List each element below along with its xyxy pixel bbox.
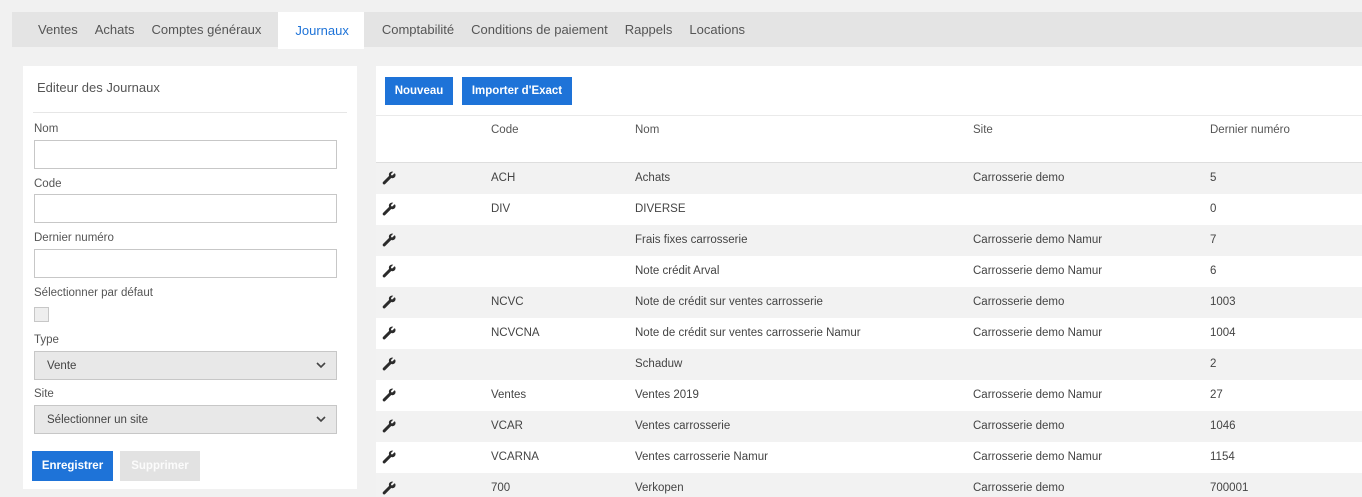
table-row[interactable]: Schaduw 2 (376, 349, 1362, 380)
cell-dernier-numero: 700001 (1210, 482, 1249, 494)
table-row[interactable]: VCARNA Ventes carrosserie Namur Carrosseri… (376, 442, 1362, 473)
code-input[interactable] (34, 194, 337, 223)
type-select[interactable]: Vente (34, 351, 337, 380)
site-select[interactable]: Sélectionner un site (34, 405, 337, 434)
cell-dernier-numero: 6 (1210, 265, 1217, 277)
tab-comptabilite[interactable]: Comptabilité (364, 12, 471, 47)
chevron-down-icon (316, 361, 326, 371)
nom-label: Nom (34, 123, 59, 135)
cell-code: VCARNA (491, 451, 539, 463)
cell-nom: Note de crédit sur ventes carrosserie (635, 296, 823, 308)
cell-dernier-numero: 1003 (1210, 296, 1236, 308)
journal-editor-panel: Editeur des Journaux Nom Code Dernier nu… (23, 66, 357, 489)
site-label: Site (34, 388, 54, 400)
table-row[interactable]: NCVCNA Note de crédit sur ventes carrosse… (376, 318, 1362, 349)
tab-conditions-de-paiement[interactable]: Conditions de paiement (471, 12, 625, 47)
save-button[interactable]: Enregistrer (32, 451, 113, 481)
cell-site: Carrosserie demo Namur (973, 327, 1103, 339)
cell-dernier-numero: 1046 (1210, 420, 1236, 432)
cell-code: VCAR (491, 420, 523, 432)
table-row[interactable]: Ventes Ventes 2019 Carrosserie demo Namur 2… (376, 380, 1362, 411)
cell-site: Carrosserie demo (973, 482, 1065, 494)
cell-site: Carrosserie demo (973, 296, 1065, 308)
cell-nom: Achats (635, 172, 671, 184)
dernier-numero-label: Dernier numéro (34, 232, 114, 244)
cell-code: DIV (491, 203, 511, 215)
editor-title: Editeur des Journaux (37, 80, 160, 95)
table-row[interactable]: NCVC Note de crédit sur ventes carrosseri… (376, 287, 1362, 318)
cell-nom: DIVERSE (635, 203, 686, 215)
nom-input[interactable] (34, 140, 337, 169)
tab-achats[interactable]: Achats (95, 12, 152, 47)
wrench-icon[interactable] (382, 326, 396, 340)
cell-dernier-numero: 0 (1210, 203, 1217, 215)
editor-divider (33, 112, 347, 113)
delete-button[interactable]: Supprimer (120, 451, 200, 481)
cell-nom: Frais fixes carrosserie (635, 234, 748, 246)
wrench-icon[interactable] (382, 357, 396, 371)
cell-nom: Ventes carrosserie (635, 420, 731, 432)
cell-site: Carrosserie demo Namur (973, 451, 1103, 463)
cell-nom: Note de crédit sur ventes carrosserie Na… (635, 327, 861, 339)
cell-site: Carrosserie demo Namur (973, 265, 1103, 277)
cell-dernier-numero: 1004 (1210, 327, 1236, 339)
cell-code: ACH (491, 172, 516, 184)
table-row[interactable]: VCAR Ventes carrosserie Carrosserie demo 10… (376, 411, 1362, 442)
cell-nom: Schaduw (635, 358, 683, 370)
table-row[interactable]: 700 Verkopen Carrosserie demo 700001 (376, 473, 1362, 497)
wrench-icon[interactable] (382, 419, 396, 433)
table-row[interactable]: Frais fixes carrosserie Carrosserie demo … (376, 225, 1362, 256)
default-checkbox[interactable] (34, 307, 49, 322)
site-select-value: Sélectionner un site (47, 413, 149, 426)
wrench-icon[interactable] (382, 450, 396, 464)
wrench-icon[interactable] (382, 233, 396, 247)
wrench-icon[interactable] (382, 295, 396, 309)
dernier-numero-input[interactable] (34, 249, 337, 278)
cell-dernier-numero: 1154 (1210, 451, 1235, 463)
cell-dernier-numero: 5 (1210, 172, 1217, 184)
code-label: Code (34, 178, 62, 190)
column-header-dernier-numero[interactable]: Dernier numéro (1210, 124, 1290, 136)
column-header-code[interactable]: Code (491, 124, 519, 136)
cell-nom: Verkopen (635, 482, 684, 494)
cell-code: Ventes (491, 389, 527, 401)
table-row[interactable]: DIV DIVERSE 0 (376, 194, 1362, 225)
cell-code: 700 (491, 482, 511, 494)
cell-code: NCVC (491, 296, 524, 308)
import-exact-button[interactable]: Importer d'Exact (462, 77, 572, 105)
cell-nom: Ventes 2019 (635, 389, 699, 401)
cell-code: NCVCNA (491, 327, 540, 339)
tab-ventes[interactable]: Ventes (12, 12, 95, 47)
cell-dernier-numero: 27 (1210, 389, 1223, 401)
tab-journaux[interactable]: Journaux (278, 12, 364, 49)
wrench-icon[interactable] (382, 481, 396, 495)
default-label: Sélectionner par défaut (34, 287, 153, 299)
type-label: Type (34, 334, 59, 346)
wrench-icon[interactable] (382, 202, 396, 216)
wrench-icon[interactable] (382, 171, 396, 185)
table-row[interactable]: Note crédit Arval Carrosserie demo Namur 6 (376, 256, 1362, 287)
cell-nom: Note crédit Arval (635, 265, 720, 277)
table-row[interactable]: ACH Achats Carrosserie demo 5 (376, 163, 1362, 194)
wrench-icon[interactable] (382, 264, 396, 278)
tab-comptes-generaux[interactable]: Comptes généraux (152, 12, 279, 47)
tab-rappels[interactable]: Rappels (625, 12, 690, 47)
cell-site: Carrosserie demo Namur (973, 234, 1103, 246)
cell-dernier-numero: 2 (1210, 358, 1217, 370)
table-top-border (376, 115, 1362, 116)
cell-site: Carrosserie demo (973, 172, 1065, 184)
column-header-site[interactable]: Site (973, 124, 993, 136)
wrench-icon[interactable] (382, 388, 396, 402)
column-header-nom[interactable]: Nom (635, 124, 659, 136)
new-button[interactable]: Nouveau (385, 77, 453, 105)
cell-nom: Ventes carrosserie Namur (635, 451, 768, 463)
tab-locations[interactable]: Locations (689, 12, 745, 47)
type-select-value: Vente (47, 359, 77, 372)
journals-table-panel: Nouveau Importer d'Exact Code Nom Site D… (376, 66, 1362, 497)
chevron-down-icon (316, 415, 326, 425)
cell-site: Carrosserie demo Namur (973, 389, 1103, 401)
cell-dernier-numero: 7 (1210, 234, 1217, 246)
cell-site: Carrosserie demo (973, 420, 1065, 432)
tab-bar: Ventes Achats Comptes généraux Journaux … (12, 12, 1362, 49)
